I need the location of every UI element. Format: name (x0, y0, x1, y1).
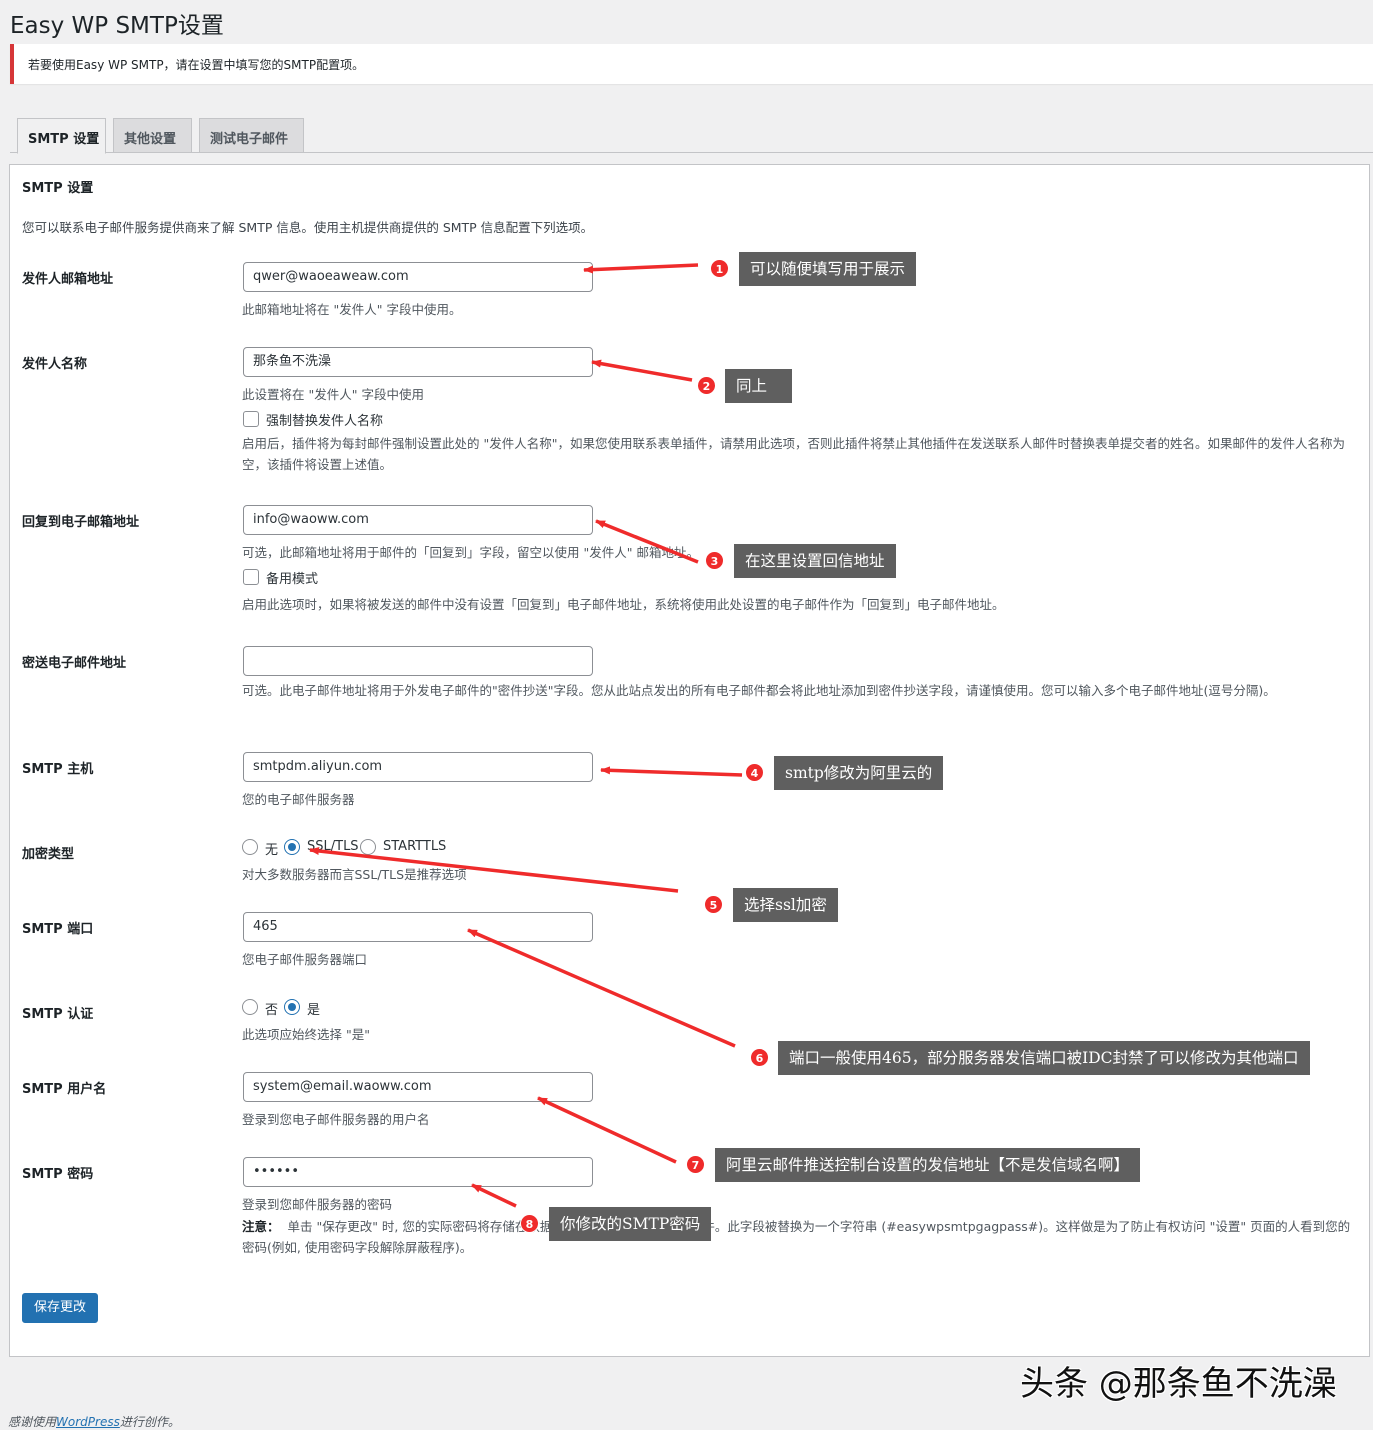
tab-test-email[interactable]: 测试电子邮件 (199, 118, 304, 153)
smtp-port-desc: 您电子邮件服务器端口 (242, 952, 368, 967)
bcc-desc: 可选。此电子邮件地址将用于外发电子邮件的"密件抄送"字段。您从此站点发出的所有电… (242, 683, 1276, 698)
smtp-username-desc: 登录到您电子邮件服务器的用户名 (242, 1112, 430, 1127)
smtp-password-desc: 登录到您邮件服务器的密码 (242, 1197, 393, 1212)
callout-2-badge: 2 (697, 376, 716, 395)
from-name-input[interactable]: 那条鱼不洗澡 (243, 347, 593, 377)
substitute-mode-checkbox[interactable] (243, 569, 259, 585)
encryption-none-radio[interactable] (242, 839, 258, 855)
force-from-name-checkbox[interactable] (243, 411, 259, 427)
smtp-password-note: 注意： 单击 "保存更改" 时, 您的实际密码将存储在数据库中，然后用于发送电子… (242, 1216, 1352, 1258)
footer: 感谢使用WordPress进行创作。 (8, 1413, 180, 1430)
bcc-label: 密送电子邮件地址 (22, 656, 127, 671)
encryption-ssl-radio[interactable] (284, 839, 300, 855)
encryption-label: 加密类型 (22, 847, 75, 862)
callout-1-badge: 1 (710, 259, 729, 278)
smtp-username-label: SMTP 用户名 (22, 1082, 107, 1097)
callout-3-badge: 3 (705, 551, 724, 570)
bcc-input[interactable] (243, 646, 593, 676)
save-changes-button[interactable]: 保存更改 (22, 1293, 99, 1323)
smtp-port-label: SMTP 端口 (22, 922, 94, 937)
callout-1: 可以随便填写用于展示 (739, 252, 917, 286)
callout-7-badge: 7 (686, 1155, 705, 1174)
callout-3: 在这里设置回信地址 (734, 544, 896, 578)
reply-to-label: 回复到电子邮箱地址 (22, 515, 140, 530)
notice-text: 若要使用Easy WP SMTP，请在设置中填写您的SMTP配置项。 (28, 58, 365, 72)
force-from-name-desc: 启用后，插件将为每封邮件强制设置此处的 "发件人名称"，如果您使用联系表单插件，… (242, 436, 1345, 472)
smtp-password-label: SMTP 密码 (22, 1167, 94, 1182)
auth-no-radio[interactable] (242, 999, 258, 1015)
auth-yes-radio[interactable] (284, 999, 300, 1015)
encryption-starttls-radio[interactable] (360, 839, 376, 855)
smtp-password-input[interactable]: •••••• (243, 1157, 593, 1187)
substitute-mode-label: 备用模式 (266, 572, 319, 587)
auth-yes-label: 是 (307, 1003, 321, 1018)
callout-5: 选择ssl加密 (733, 888, 838, 922)
smtp-auth-desc: 此选项应始终选择 "是" (242, 1027, 370, 1042)
note-label: 注意： (242, 1219, 280, 1234)
callout-8-badge: 8 (520, 1214, 539, 1233)
page-title: Easy WP SMTP设置 (10, 13, 224, 39)
tab-smtp-settings[interactable]: SMTP 设置 (17, 118, 106, 154)
smtp-auth-label: SMTP 认证 (22, 1007, 94, 1022)
footer-suffix: 进行创作。 (119, 1415, 180, 1429)
footer-prefix: 感谢使用 (8, 1415, 57, 1429)
callout-4: smtp修改为阿里云的 (774, 756, 944, 790)
wordpress-link[interactable]: WordPress (56, 1415, 120, 1429)
callout-6: 端口一般使用465，部分服务器发信端口被IDC封禁了可以修改为其他端口 (778, 1041, 1310, 1075)
encryption-none-label: 无 (265, 843, 279, 858)
note-text: 单击 "保存更改" 时, 您的实际密码将存储在数据库中，然后用于发送电子邮件。此… (242, 1219, 1351, 1255)
smtp-host-desc: 您的电子邮件服务器 (242, 792, 355, 807)
encryption-desc: 对大多数服务器而言SSL/TLS是推荐选项 (242, 867, 467, 882)
from-email-desc: 此邮箱地址将在 "发件人" 字段中使用。 (242, 302, 462, 317)
encryption-starttls-label: STARTTLS (383, 839, 447, 854)
watermark: 头条 @那条鱼不洗澡 (1020, 1364, 1337, 1404)
section-title: SMTP 设置 (22, 181, 94, 196)
callout-7: 阿里云邮件推送控制台设置的发信地址【不是发信域名啊】 (715, 1148, 1141, 1182)
reply-to-input[interactable]: info@waoww.com (243, 505, 593, 535)
encryption-ssl-label: SSL/TLS (307, 839, 359, 854)
callout-4-badge: 4 (745, 763, 764, 782)
force-from-name-label: 强制替换发件人名称 (266, 414, 384, 429)
from-email-label: 发件人邮箱地址 (22, 272, 114, 287)
callout-8: 你修改的SMTP密码 (549, 1207, 712, 1241)
from-name-label: 发件人名称 (22, 357, 88, 372)
reply-to-desc: 可选，此邮箱地址将用于邮件的「回复到」字段，留空以使用 "发件人" 邮箱地址。 (242, 545, 699, 560)
smtp-host-label: SMTP 主机 (22, 762, 94, 777)
callout-5-badge: 5 (704, 895, 723, 914)
smtp-port-input[interactable]: 465 (243, 912, 593, 942)
callout-6-badge: 6 (750, 1048, 769, 1067)
callout-2: 同上 (725, 369, 792, 403)
from-email-input[interactable]: qwer@waoeaweaw.com (243, 262, 593, 292)
notice-banner: 若要使用Easy WP SMTP，请在设置中填写您的SMTP配置项。 (10, 44, 1373, 84)
tab-other-settings[interactable]: 其他设置 (113, 118, 192, 153)
from-name-desc: 此设置将在 "发件人" 字段中使用 (242, 387, 424, 402)
section-intro: 您可以联系电子邮件服务提供商来了解 SMTP 信息。使用主机提供商提供的 SMT… (22, 220, 594, 235)
settings-panel (9, 164, 1370, 1357)
auth-no-label: 否 (265, 1003, 279, 1018)
substitute-mode-desc: 启用此选项时，如果将被发送的邮件中没有设置「回复到」电子邮件地址，系统将使用此处… (242, 597, 1005, 612)
smtp-host-input[interactable]: smtpdm.aliyun.com (243, 752, 593, 782)
smtp-username-input[interactable]: system@email.waoww.com (243, 1072, 593, 1102)
